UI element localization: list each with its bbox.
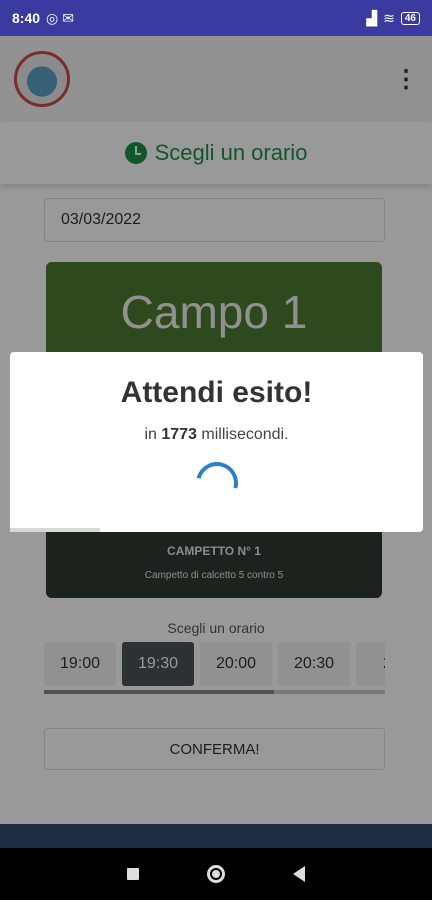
dialog-title: Attendi esito! (120, 376, 313, 409)
waiting-dialog: Attendi esito! in 1773 millisecondi. (10, 352, 423, 532)
status-time: 8:40 (12, 10, 41, 26)
countdown-value: 1773 (161, 426, 197, 443)
battery-icon: 46 (400, 11, 420, 25)
back-icon[interactable] (293, 866, 305, 882)
status-bar: 8:40 ◎ ✉ ▟ ≋ 46 (0, 0, 432, 36)
wifi-icon: ≋ (383, 9, 395, 26)
system-nav-bar (0, 848, 432, 900)
recents-icon[interactable] (127, 868, 139, 880)
home-icon[interactable] (207, 865, 225, 883)
dialog-message: in 1773 millisecondi. (10, 426, 423, 444)
whatsapp-icon: ◎ (46, 9, 59, 26)
signal-icon: ▟ (366, 9, 378, 26)
dialog-suffix: millisecondi. (201, 426, 289, 443)
dialog-timer-progress (10, 528, 100, 532)
dialog-prefix: in (144, 426, 157, 443)
loading-spinner-icon (187, 454, 246, 512)
mail-icon: ✉ (62, 9, 74, 26)
